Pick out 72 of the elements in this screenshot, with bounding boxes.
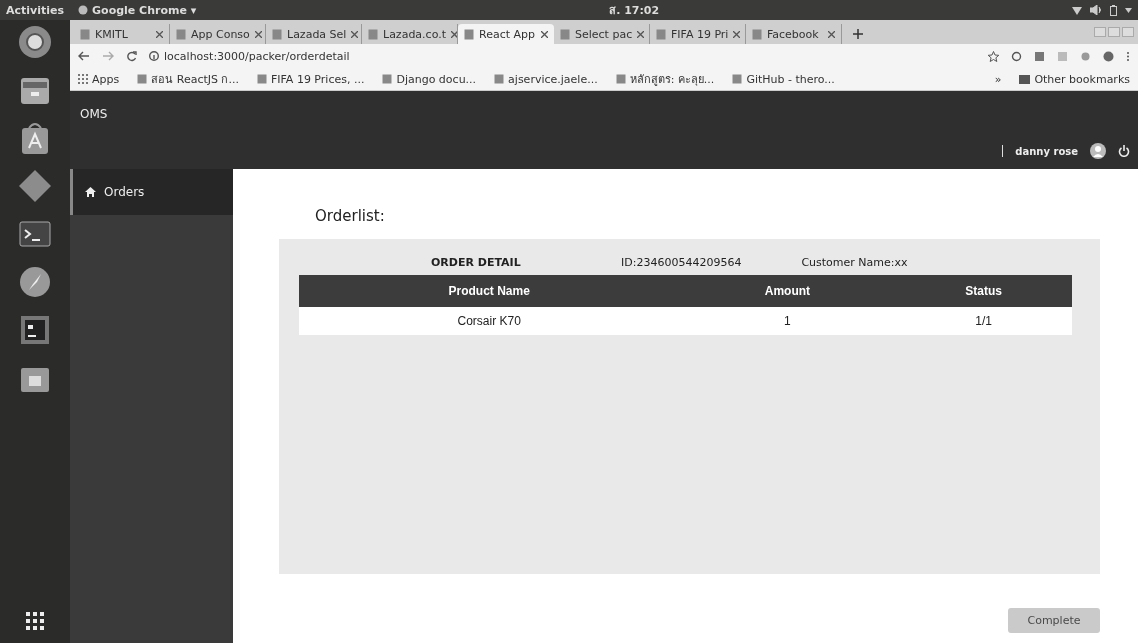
menu-icon[interactable] (1126, 50, 1130, 62)
bookmark-favicon-icon (615, 74, 626, 84)
table-cell: 1 (679, 307, 896, 335)
home-icon (85, 187, 96, 197)
close-icon[interactable] (828, 30, 835, 38)
page-icon (560, 28, 570, 40)
close-icon[interactable] (351, 30, 359, 38)
page-icon (656, 28, 666, 40)
bookmarks-overflow-button[interactable]: » (994, 72, 1002, 86)
bookmark-favicon-icon (256, 74, 267, 84)
speaker-icon[interactable] (1090, 5, 1102, 15)
user-name: danny rose (1015, 145, 1078, 157)
page-icon (80, 28, 90, 40)
page-title: Orderlist: (315, 207, 386, 225)
wifi-icon[interactable] (1072, 5, 1082, 15)
compass-icon[interactable] (17, 264, 53, 300)
close-icon[interactable] (733, 30, 741, 38)
bookmark-link[interactable]: สอน ReactJS ก... (151, 70, 239, 88)
column-header: Amount (679, 275, 896, 307)
page-icon (464, 28, 474, 40)
star-icon[interactable] (988, 50, 999, 62)
close-icon[interactable] (156, 30, 163, 38)
bookmark-link[interactable]: GitHub - thero... (746, 72, 835, 86)
table-cell: Corsair K70 (299, 307, 680, 335)
bookmark-link[interactable]: Django docu... (396, 72, 477, 86)
user-avatar-icon[interactable] (1090, 143, 1106, 159)
browser-icon[interactable] (17, 24, 53, 60)
column-header: Product Name (299, 275, 680, 307)
close-icon[interactable] (451, 30, 457, 38)
browser-tab[interactable]: React App (458, 24, 554, 44)
reload-icon[interactable] (126, 50, 137, 62)
close-icon[interactable] (637, 30, 645, 38)
column-header: Status (895, 275, 1072, 307)
bookmark-link[interactable]: FIFA 19 Prices, ... (270, 72, 365, 86)
bookmark-link[interactable]: ajservice.jaele... (508, 72, 598, 86)
app-grid-icon[interactable] (23, 609, 47, 633)
close-icon[interactable] (541, 30, 548, 38)
extension-icon[interactable] (1034, 50, 1045, 62)
activities-button[interactable]: Activities (6, 3, 65, 17)
power-icon[interactable] (1118, 145, 1130, 157)
bookmark-favicon-icon (732, 74, 743, 84)
info-icon (149, 51, 159, 61)
page-icon (272, 28, 282, 40)
bookmark-favicon-icon (494, 74, 505, 84)
page-icon (752, 28, 762, 40)
clock: ส. 17:02 (609, 3, 660, 19)
order-id: ID:234600544209564 (621, 255, 742, 269)
bookmark-link[interactable]: Apps (92, 72, 120, 86)
diamond-icon[interactable] (17, 168, 53, 204)
profile-icon[interactable] (1103, 50, 1114, 62)
apps-grid-icon (78, 74, 88, 84)
bookmark-favicon-icon (382, 74, 393, 84)
caret-icon[interactable] (1125, 7, 1132, 13)
app-menu[interactable]: Google Chrome ▾ (92, 3, 197, 17)
folder-icon (1019, 74, 1031, 84)
sidebar-item[interactable]: Orders (70, 169, 233, 215)
battery-icon[interactable] (1110, 4, 1117, 16)
globe-icon (78, 5, 89, 15)
customer-name: Customer Name:xx (801, 255, 908, 269)
back-arrow-icon[interactable] (78, 51, 90, 61)
order-heading: ORDER DETAIL (431, 255, 522, 269)
other-bookmarks-folder[interactable]: Other bookmarks (1034, 72, 1130, 86)
close-icon[interactable] (254, 30, 262, 38)
address-bar[interactable]: localhost:3000/packer/orderdetail (164, 49, 350, 63)
extension-icon[interactable] (1080, 50, 1091, 62)
bookmark-favicon-icon (137, 74, 148, 84)
circle-icon[interactable] (1011, 50, 1022, 62)
bookmark-link[interactable]: หลักสูตร: คะลุย... (629, 70, 715, 88)
table-cell: 1/1 (895, 307, 1072, 335)
page-icon (368, 28, 378, 40)
app-brand: OMS (80, 107, 109, 121)
page-icon (176, 28, 186, 40)
